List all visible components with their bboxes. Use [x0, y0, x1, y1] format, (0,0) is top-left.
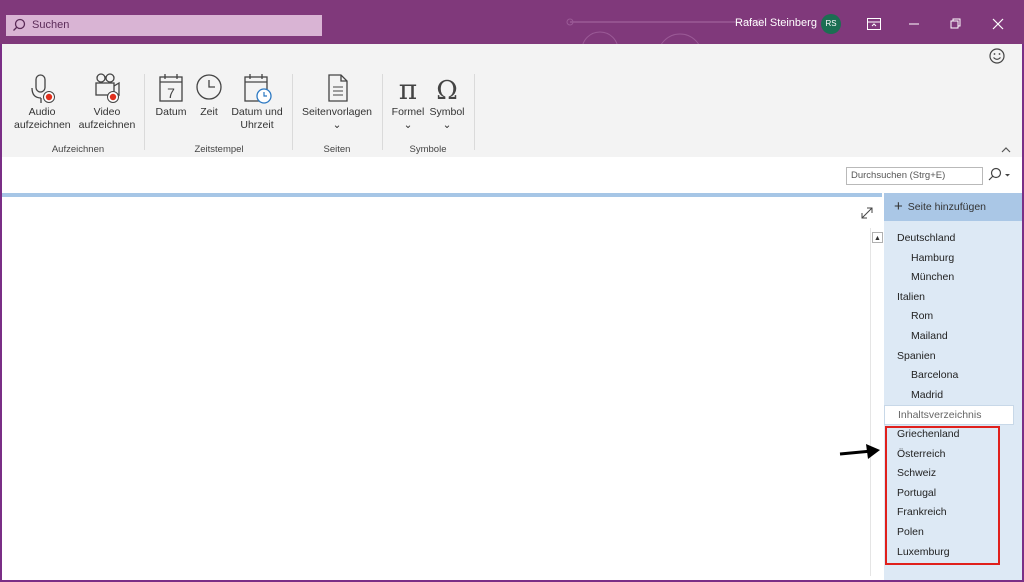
svg-text:π: π: [399, 73, 417, 106]
arrow-right-icon: [839, 444, 880, 459]
group-label-aufzeichnen: Aufzeichnen: [51, 144, 105, 155]
page-item[interactable]: Madrid: [884, 386, 1022, 406]
page-list-scrollbar[interactable]: ▲: [870, 228, 885, 576]
page-item-selected[interactable]: Inhaltsverzeichnis: [884, 405, 1014, 425]
record-audio-button[interactable]: Audio aufzeichnen: [14, 72, 71, 132]
group-separator: [292, 74, 293, 150]
expand-icon[interactable]: [860, 206, 874, 220]
page-item[interactable]: Deutschland: [884, 229, 1022, 249]
search-scope-icon[interactable]: [986, 167, 1014, 183]
chevron-down-icon: ⌄: [442, 119, 452, 131]
close-button[interactable]: [986, 12, 1010, 36]
close-icon: [992, 18, 1004, 30]
page-templates-label: Seitenvorlagen: [301, 106, 373, 118]
chevron-down-icon: ⌄: [332, 119, 342, 131]
pi-icon: π: [399, 73, 417, 106]
feedback-smiley-icon[interactable]: [988, 47, 1006, 65]
add-page-button[interactable]: + Seite hinzufügen: [884, 193, 1022, 221]
insert-date-label: Datum: [155, 106, 187, 118]
page-item[interactable]: Rom: [884, 307, 1022, 327]
record-video-label-1: Video: [93, 106, 121, 118]
page-item[interactable]: Hamburg: [884, 249, 1022, 269]
group-separator: [382, 74, 383, 150]
calendar-icon: 7: [159, 74, 183, 102]
omega-icon: Ω: [436, 76, 458, 106]
microphone-record-icon: [31, 74, 55, 103]
insert-time-button[interactable]: Zeit: [194, 72, 224, 119]
insert-date-time-label-2: Uhrzeit: [240, 119, 274, 131]
page-template-icon: [328, 74, 348, 102]
group-label-seiten: Seiten: [323, 144, 351, 155]
search-box[interactable]: Suchen: [6, 15, 322, 36]
record-video-button[interactable]: Video aufzeichnen: [76, 72, 138, 132]
minimize-icon: [909, 23, 919, 25]
video-camera-record-icon: [95, 73, 120, 103]
page-templates-button[interactable]: Seitenvorlagen ⌄: [298, 72, 376, 132]
insert-date-time-label-1: Datum und: [231, 106, 283, 118]
record-audio-label-1: Audio: [28, 106, 56, 118]
notebook-search-input[interactable]: Durchsuchen (Strg+E): [846, 167, 983, 185]
avatar[interactable]: RS: [821, 14, 841, 34]
chevron-down-icon: ⌄: [403, 119, 413, 131]
ribbon-display-options-button[interactable]: [862, 12, 886, 36]
insert-date-time-button[interactable]: Datum und Uhrzeit: [228, 72, 286, 132]
group-separator: [474, 74, 475, 150]
svg-text:Ω: Ω: [436, 76, 458, 106]
calendar-clock-icon: [244, 74, 272, 104]
group-label-zeitstempel: Zeitstempel: [194, 144, 244, 155]
page-item[interactable]: Italien: [884, 288, 1022, 308]
add-page-label: Seite hinzufügen: [907, 201, 986, 213]
group-separator: [144, 74, 145, 150]
page-canvas[interactable]: [2, 197, 870, 580]
page-item[interactable]: München: [884, 268, 1022, 288]
page-item[interactable]: Mailand: [884, 327, 1022, 347]
collapse-ribbon-icon[interactable]: [1000, 145, 1012, 155]
minimize-button[interactable]: [902, 12, 926, 36]
ribbon: Audio aufzeichnen Video aufzeichnen Aufz…: [2, 44, 1022, 158]
equation-button[interactable]: π Formel ⌄: [388, 72, 428, 132]
ribbon-display-icon: [867, 18, 881, 30]
group-label-symbole: Symbole: [409, 144, 447, 155]
user-name[interactable]: Rafael Steinberg: [735, 17, 817, 29]
scroll-up-button[interactable]: ▲: [872, 232, 883, 243]
symbol-button[interactable]: Ω Symbol ⌄: [426, 72, 468, 132]
search-icon: [13, 18, 26, 31]
restore-icon: [950, 18, 961, 29]
title-bar: Suchen Rafael Steinberg RS: [0, 0, 1024, 44]
restore-button[interactable]: [944, 12, 968, 36]
record-audio-label-2: aufzeichnen: [14, 119, 71, 131]
search-placeholder: Suchen: [32, 19, 70, 31]
notebook-search-placeholder: Durchsuchen (Strg+E): [851, 170, 946, 181]
highlight-box: [885, 426, 1000, 565]
record-video-label-2: aufzeichnen: [78, 119, 136, 131]
page-item[interactable]: Spanien: [884, 347, 1022, 367]
equation-label: Formel: [391, 106, 425, 118]
plus-icon: +: [894, 198, 903, 215]
insert-date-button[interactable]: 7 Datum: [152, 72, 190, 119]
symbol-label: Symbol: [429, 106, 465, 118]
page-item[interactable]: Barcelona: [884, 366, 1022, 386]
insert-time-label: Zeit: [200, 106, 218, 118]
svg-text:7: 7: [167, 85, 175, 101]
clock-icon: [196, 74, 222, 100]
